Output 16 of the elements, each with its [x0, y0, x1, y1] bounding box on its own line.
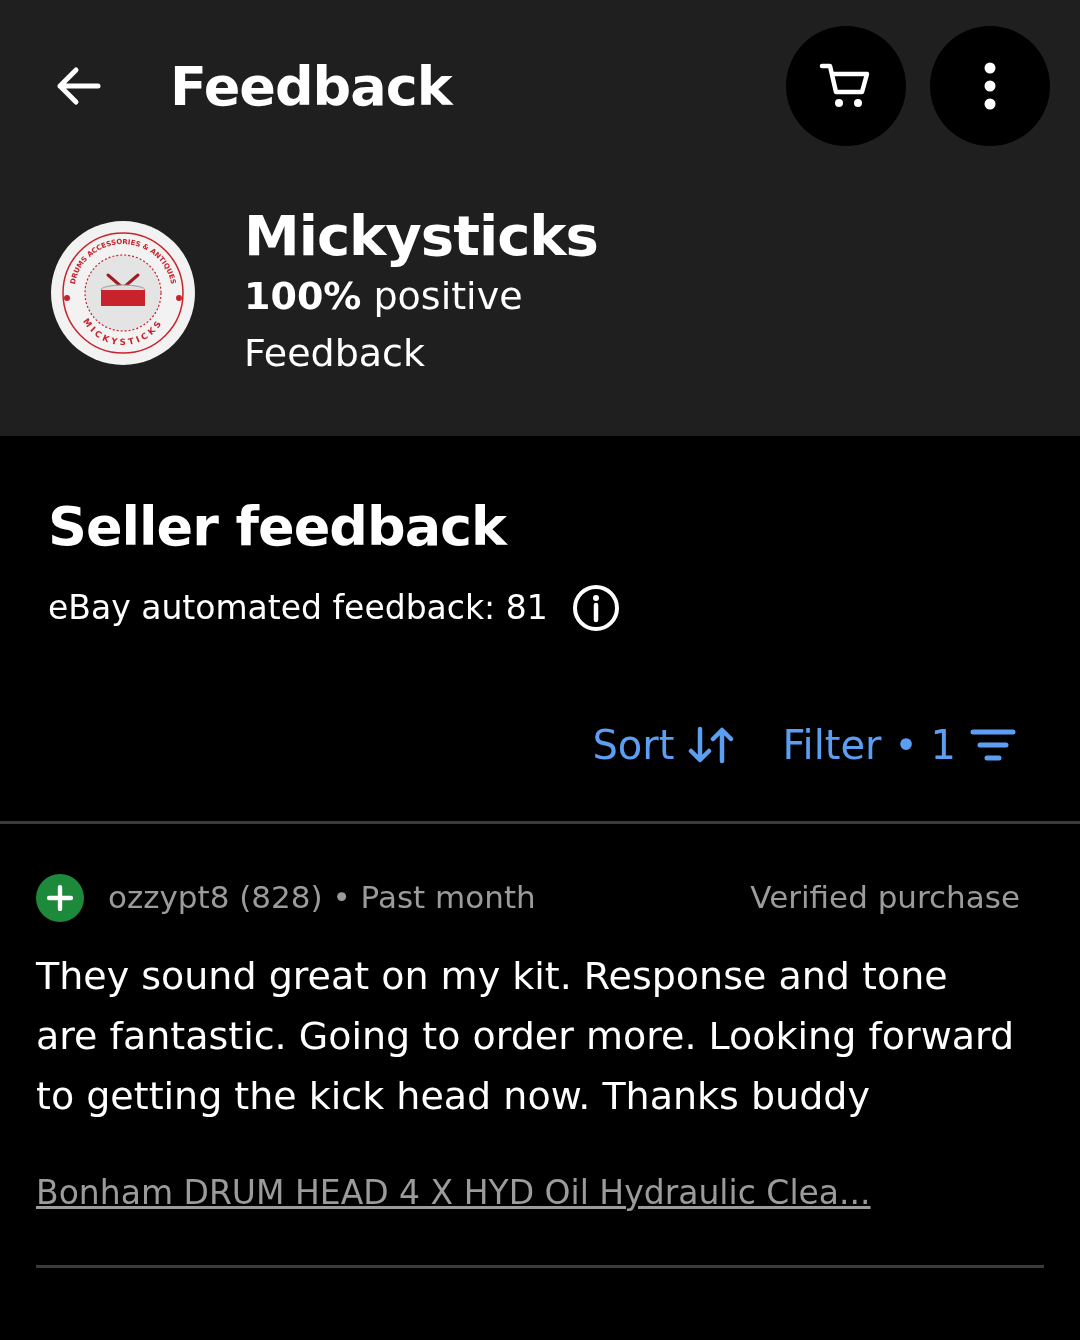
rating-label: Feedback	[244, 330, 426, 378]
filter-button[interactable]: Filter • 1	[782, 714, 1016, 775]
seller-name: Mickysticks	[244, 204, 598, 269]
automated-feedback-count: eBay automated feedback: 81	[48, 587, 548, 629]
filter-icon	[970, 727, 1016, 762]
verified-tag: Verified purchase	[750, 874, 1020, 921]
feedback-text: They sound great on my kit. Response and tone are fantastic. Going to order more. Looking forward to getting the kick head now. Thanks buddy	[36, 952, 1016, 1120]
page-title: Feedback	[170, 53, 455, 120]
sort-icon	[688, 724, 735, 765]
more-icon	[983, 61, 997, 111]
positive-rating: 100% positive	[244, 273, 524, 321]
info-icon[interactable]	[571, 583, 620, 632]
item-link[interactable]: Bonham DRUM HEAD 4 X HYD Oil Hydraulic Clea...	[36, 1172, 871, 1212]
reviewer-info: ozzypt8 (828) • Past month	[108, 878, 537, 918]
sort-button[interactable]: Sort	[592, 714, 735, 775]
section-title: Seller feedback	[48, 494, 509, 560]
